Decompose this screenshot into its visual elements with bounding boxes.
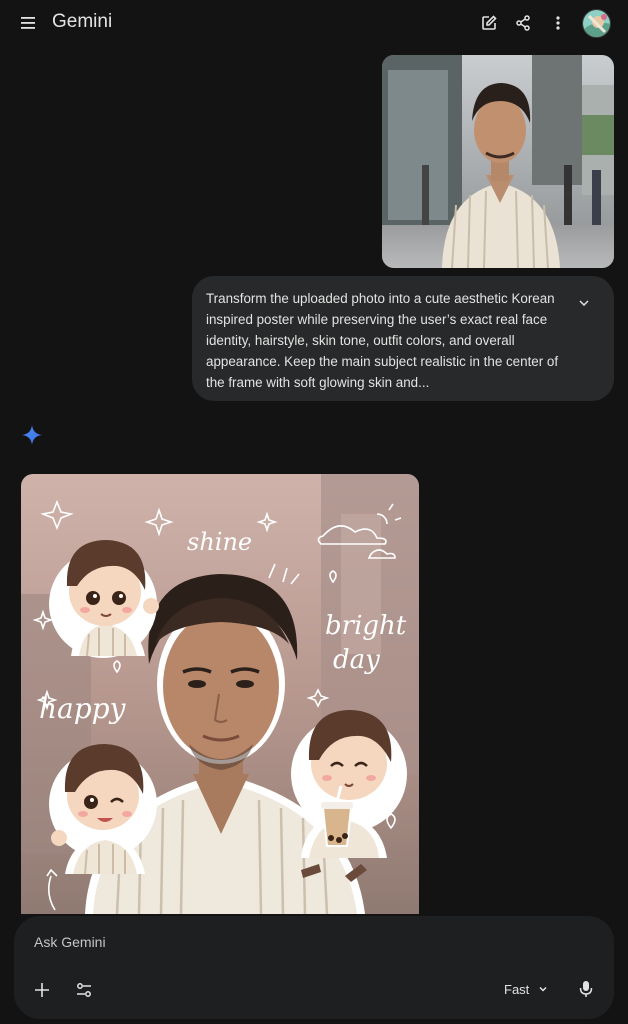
expand-message-button[interactable] (576, 295, 592, 311)
new-chat-button[interactable] (478, 12, 500, 34)
model-selector[interactable]: Fast (504, 978, 549, 1000)
top-bar: Gemini (0, 0, 628, 46)
new-chat-icon (482, 15, 497, 30)
add-attachment-button[interactable] (32, 980, 52, 1000)
avatar[interactable] (582, 9, 611, 38)
tools-button[interactable] (74, 980, 94, 1000)
poster-word-day: day (333, 645, 380, 675)
chevron-down-icon (579, 300, 589, 307)
poster-word-shine: shine (187, 528, 252, 556)
share-button[interactable] (512, 12, 534, 34)
more-options-button[interactable] (547, 12, 569, 34)
more-vert-icon (556, 16, 560, 30)
app-title: Gemini (52, 11, 113, 32)
user-message-bubble: Transform the uploaded photo into a cute… (192, 276, 614, 401)
microphone-button[interactable] (576, 978, 596, 1000)
user-uploaded-photo[interactable] (382, 55, 614, 268)
menu-icon (21, 17, 35, 29)
poster-word-bright: bright (325, 611, 407, 641)
gemini-sparkle-icon (21, 424, 43, 446)
generated-poster-image[interactable]: shine bright day happy (21, 474, 419, 914)
ask-gemini-input[interactable] (34, 934, 434, 950)
poster-word-happy: happy (39, 692, 127, 725)
model-label: Fast (504, 981, 530, 997)
user-message-text: Transform the uploaded photo into a cute… (206, 291, 559, 390)
plus-icon (35, 983, 49, 997)
microphone-icon (579, 981, 593, 997)
menu-button[interactable] (18, 13, 38, 33)
share-icon (516, 15, 530, 31)
tune-icon (77, 983, 91, 997)
chevron-down-icon (539, 986, 547, 992)
prompt-composer: Fast (14, 916, 614, 1019)
